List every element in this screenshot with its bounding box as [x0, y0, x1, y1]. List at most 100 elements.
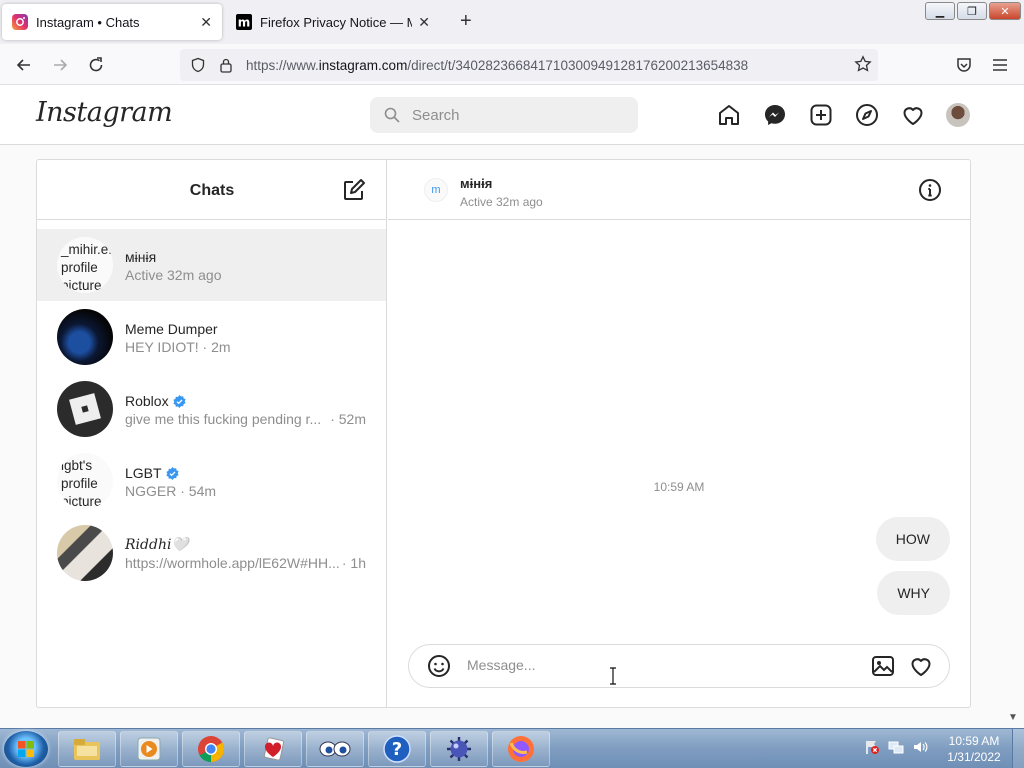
taskbar-hearts-game[interactable] [244, 731, 302, 767]
media-player-icon [137, 737, 161, 761]
windows-taskbar: ? 10:59 AM 1/31/2022 [0, 728, 1024, 768]
firefox-icon [508, 736, 534, 762]
thread-preview: https://wormhole.app/lE62W#HH... [125, 555, 339, 571]
chat-thread[interactable]: 𝑅𝑖𝑑𝑑ℎ𝑖🤍 https://wormhole.app/lE62W#HH...… [37, 517, 386, 589]
chrome-icon [198, 736, 225, 763]
reload-icon[interactable] [84, 53, 108, 77]
tab-title: Instagram • Chats [36, 14, 140, 30]
chat-thread[interactable]: lgbt's profile picture LGBT NGGER · 54m [37, 445, 386, 517]
conversation-avatar[interactable]: m [424, 178, 448, 202]
mine-icon [447, 737, 471, 761]
thread-time: · 1h [341, 555, 366, 571]
message-bubble[interactable]: WHY [877, 571, 950, 615]
message-input[interactable]: Message... [467, 657, 535, 673]
browser-tab-bar: Instagram • Chats ✕ m Firefox Privacy No… [0, 0, 1024, 44]
activity-heart-icon[interactable] [900, 102, 926, 128]
taskbar-chrome[interactable] [182, 731, 240, 767]
taskbar-eyes-app[interactable] [306, 731, 364, 767]
image-upload-icon[interactable] [871, 654, 895, 683]
instagram-header: Instagram Search [0, 85, 1024, 145]
action-center-flag-icon[interactable] [864, 739, 880, 755]
start-button[interactable] [4, 731, 48, 767]
thread-name: LGBT [125, 465, 179, 483]
emoji-icon[interactable] [427, 654, 451, 683]
windows-flag-icon [18, 741, 34, 757]
home-icon[interactable] [716, 102, 742, 128]
message-bubble[interactable]: HOW [875, 517, 950, 561]
tab-instagram[interactable]: Instagram • Chats ✕ [2, 4, 222, 40]
window-close-button[interactable]: ✕ [989, 2, 1021, 20]
new-post-icon[interactable] [808, 102, 834, 128]
search-icon [384, 107, 400, 123]
tab-close-icon[interactable]: ✕ [418, 14, 430, 31]
thread-preview: give me this fucking pending r... [125, 411, 322, 427]
hamburger-menu-icon[interactable] [988, 53, 1012, 77]
taskbar-minesweeper[interactable] [430, 731, 488, 767]
back-arrow-icon[interactable] [12, 53, 36, 77]
roblox-logo-icon [69, 393, 101, 425]
thread-preview: HEY IDIOT! · 2m [125, 339, 231, 355]
avatar-alt-text: _mihir.e: profile picture [61, 242, 113, 293]
bookmark-star-icon[interactable] [854, 55, 872, 76]
window-restore-button[interactable]: ❐ [957, 2, 987, 20]
network-icon[interactable] [888, 739, 904, 755]
profile-avatar[interactable] [946, 103, 970, 127]
mozilla-favicon-icon: m [236, 14, 252, 30]
compose-message-icon[interactable] [342, 178, 366, 207]
chats-list: Chats _mihir.e: profile picture мɨнɨя Ac… [37, 160, 387, 707]
verified-badge-icon [172, 395, 186, 411]
browser-nav-bar: https://www.instagram.com/direct/t/34028… [0, 44, 1024, 85]
chat-thread[interactable]: _mihir.e: profile picture мɨнɨя Active 3… [37, 229, 386, 301]
volume-icon[interactable] [912, 739, 928, 755]
url-text: https://www.instagram.com/direct/t/34028… [246, 57, 749, 73]
search-input[interactable]: Search [370, 97, 638, 133]
taskbar-media-player[interactable] [120, 731, 178, 767]
clock-time: 10:59 AM [948, 734, 1000, 748]
chat-thread[interactable]: Meme Dumper HEY IDIOT! · 2m [37, 301, 386, 373]
svg-text:m: m [238, 16, 251, 30]
window-minimize-button[interactable]: ▁ [925, 2, 955, 20]
new-tab-icon[interactable]: + [460, 10, 472, 33]
search-placeholder: Search [412, 106, 460, 124]
thread-name: Meme Dumper [125, 321, 218, 337]
chats-title: Chats [189, 182, 235, 199]
thread-name: мɨнɨя [125, 249, 157, 265]
verified-badge-icon [165, 467, 179, 483]
thread-preview: NGGER · 54m [125, 483, 217, 499]
chats-header: Chats [37, 160, 387, 220]
thread-time: · 52m [330, 411, 366, 427]
taskbar-clock[interactable]: 10:59 AM 1/31/2022 [946, 733, 1002, 765]
forward-arrow-icon[interactable] [48, 53, 72, 77]
explore-compass-icon[interactable] [854, 102, 880, 128]
taskbar-explorer[interactable] [58, 731, 116, 767]
tab-close-icon[interactable]: ✕ [200, 14, 212, 31]
conversation-pane: m мɨнɨя Active 32m ago 10:59 AM HOW WHY … [388, 160, 970, 707]
svg-text:?: ? [392, 739, 402, 760]
url-bar[interactable]: https://www.instagram.com/direct/t/34028… [180, 49, 878, 81]
messenger-icon[interactable] [762, 102, 788, 128]
lock-icon[interactable] [216, 57, 236, 73]
taskbar-help[interactable]: ? [368, 731, 426, 767]
folder-icon [74, 739, 100, 760]
scroll-down-arrow-icon[interactable]: ▼ [1008, 712, 1018, 723]
conversation-status: Active 32m ago [460, 195, 543, 209]
chat-thread[interactable]: Roblox give me this fucking pending r...… [37, 373, 386, 445]
conversation-header: m мɨнɨя Active 32m ago [388, 160, 970, 220]
instagram-logo[interactable]: Instagram [36, 97, 173, 128]
message-composer[interactable]: Message... [408, 644, 950, 688]
thread-avatar [57, 525, 113, 581]
pocket-icon[interactable] [952, 53, 976, 77]
show-desktop-button[interactable] [1012, 729, 1024, 768]
tab-firefox-privacy[interactable]: m Firefox Privacy Notice — Mozilla ✕ [226, 4, 440, 40]
thread-name: Roblox [125, 393, 186, 411]
thread-avatar: _mihir.e: profile picture [57, 237, 113, 293]
tracking-shield-icon[interactable] [188, 57, 208, 73]
message-timestamp: 10:59 AM [653, 480, 705, 494]
thread-preview: Active 32m ago [125, 267, 222, 283]
conversation-name[interactable]: мɨнɨя [460, 176, 492, 191]
thread-avatar [57, 381, 113, 437]
system-tray [864, 739, 928, 755]
conversation-info-icon[interactable] [918, 178, 942, 207]
like-heart-icon[interactable] [909, 654, 933, 683]
taskbar-firefox[interactable] [492, 731, 550, 767]
